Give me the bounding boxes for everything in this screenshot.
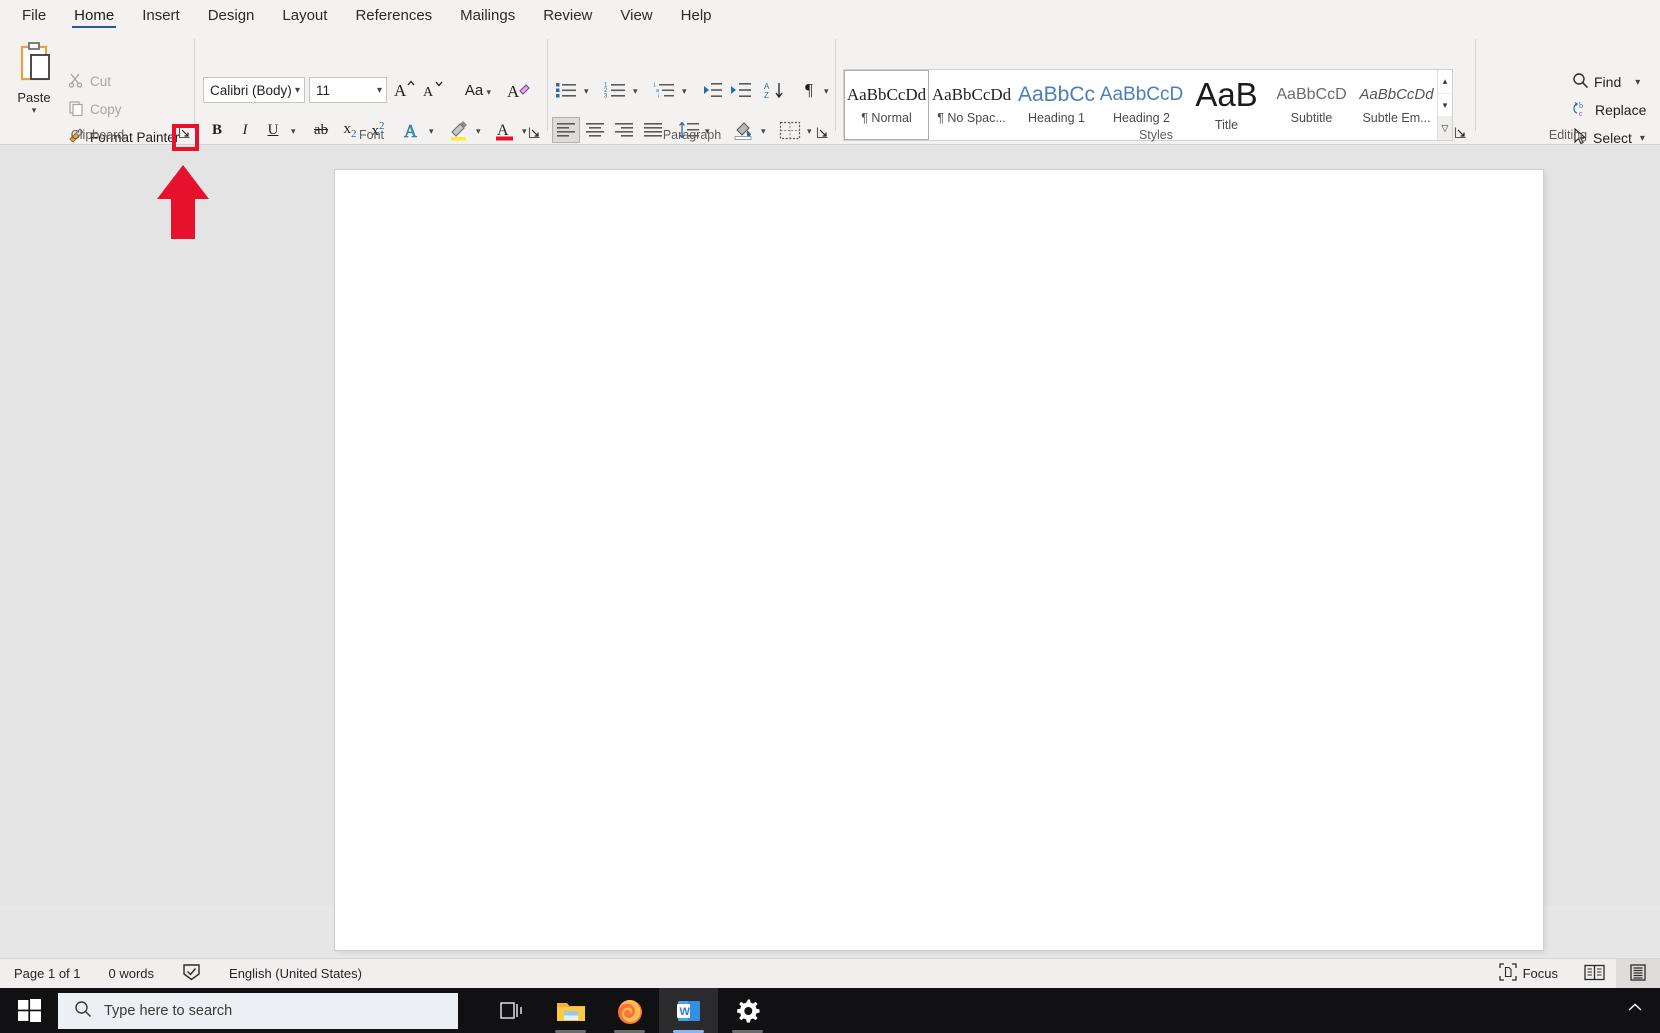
tab-layout[interactable]: Layout [268,0,341,31]
tab-mailings[interactable]: Mailings [446,0,529,31]
show-hidden-icons-chevron[interactable] [1626,1001,1644,1020]
tab-label: References [355,7,433,24]
tab-insert[interactable]: Insert [128,0,194,31]
svg-text:c: c [1579,109,1583,117]
tab-file[interactable]: File [8,0,60,31]
settings-gear-icon[interactable] [718,988,777,1033]
tab-label: File [22,7,47,24]
search-icon [1572,72,1589,92]
tab-label: Help [680,7,712,24]
search-icon [74,1000,92,1022]
status-words-label: 0 words [108,966,155,981]
print-layout-button[interactable] [1616,958,1660,989]
tab-label: Design [207,7,255,24]
tab-label: View [620,7,653,24]
firefox-icon[interactable] [600,988,659,1033]
status-bar: Page 1 of 1 0 words English (United Stat… [0,958,1660,989]
taskbar-search-box[interactable]: Type here to search [58,992,458,1029]
status-language-label: English (United States) [229,966,362,981]
svg-text:W: W [679,1006,690,1018]
task-view-icon[interactable] [482,988,541,1033]
replace-icon: bc [1572,100,1590,120]
windows-taskbar: Type here to search W [0,988,1660,1033]
tab-home[interactable]: Home [60,0,128,31]
read-mode-button[interactable] [1572,959,1616,989]
file-explorer-icon[interactable] [541,988,600,1033]
status-page-indicator[interactable]: Page 1 of 1 [0,959,95,989]
focus-icon [1498,963,1517,984]
tab-label: Mailings [460,7,516,24]
windows-start-icon[interactable] [0,988,58,1033]
status-right-group: Focus [1485,958,1660,989]
status-word-count[interactable]: 0 words [95,959,169,989]
find-label: Find [1594,74,1622,90]
focus-mode-button[interactable]: Focus [1485,959,1572,989]
replace-button[interactable]: bc Replace [1572,97,1646,123]
focus-label: Focus [1522,966,1558,981]
system-tray [1626,1001,1660,1020]
find-button[interactable]: Find ▾ [1572,69,1640,95]
word-window: File Home Insert Design Layout Reference… [0,0,1660,1033]
status-page-label: Page 1 of 1 [14,966,81,981]
status-proofing[interactable] [168,959,215,989]
tab-review[interactable]: Review [529,0,606,31]
taskbar-search-placeholder: Type here to search [104,1002,233,1019]
print-layout-icon [1629,963,1647,984]
status-language[interactable]: English (United States) [215,959,376,989]
tab-design[interactable]: Design [194,0,269,31]
tab-help[interactable]: Help [667,0,726,31]
read-mode-icon [1583,964,1605,984]
editing-group-label: Editing [1548,128,1588,142]
ribbon: Paste ▾ Cut Copy Format Painter Clipboar… [0,31,1660,146]
tab-view[interactable]: View [606,0,666,31]
group-editing: Find ▾ bc Replace Select ▾ Editing [0,31,1660,146]
ribbon-tab-bar: File Home Insert Design Layout Reference… [0,0,1660,31]
tab-label: Layout [282,7,328,24]
document-page[interactable] [335,170,1543,950]
proofing-errors-icon [182,963,201,984]
word-icon[interactable]: W [659,988,718,1033]
tab-label: Home [74,7,115,24]
tab-label: Review [543,7,593,24]
chevron-down-icon[interactable]: ▾ [1635,77,1640,88]
tab-label: Insert [142,7,180,24]
document-canvas[interactable] [0,146,1660,950]
replace-label: Replace [1595,102,1647,118]
tab-references[interactable]: References [341,0,446,31]
